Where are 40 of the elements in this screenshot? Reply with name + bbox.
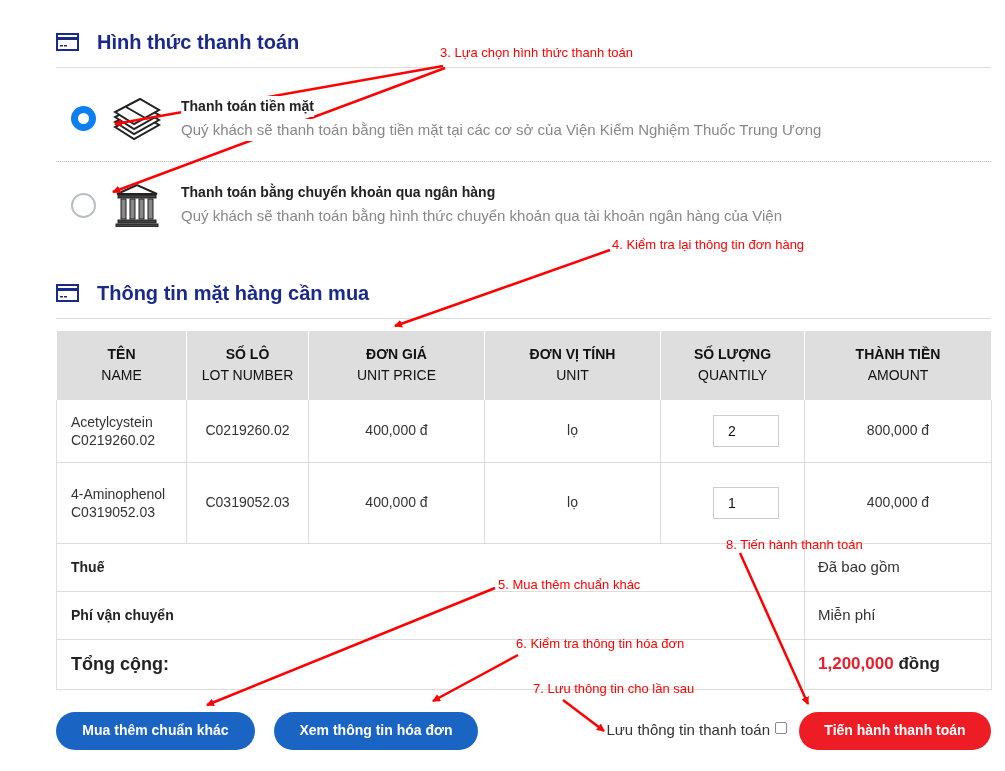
radio-button[interactable]	[71, 106, 96, 131]
table-cell: 400,000 đ	[308, 462, 485, 543]
column-header: SỐ LÔ LOT NUMBER	[186, 331, 309, 399]
annotation-note: 4. Kiểm tra lại thông tin đơn hàng	[612, 236, 805, 254]
cash-stack-icon	[112, 96, 162, 141]
table-cell: 400,000 đ	[308, 399, 485, 462]
total-amount: 1,200,000	[818, 654, 894, 674]
view-invoice-button[interactable]: Xem thông tin hóa đơn	[274, 711, 478, 750]
column-header: THÀNH TIỀN AMOUNT	[804, 331, 992, 399]
radio-button[interactable]	[71, 192, 96, 218]
table-cell: 4-Aminophenol C0319052.03	[56, 462, 187, 543]
save-info-label: Lưu thông tin thanh toán	[606, 720, 770, 741]
table-cell: C0319052.03	[186, 462, 309, 543]
credit-card-icon	[56, 32, 79, 51]
column-header: TÊN NAME	[56, 331, 187, 399]
table-cell: lọ	[484, 462, 661, 543]
quantity-input[interactable]: 1	[713, 486, 779, 519]
table-cell: Acetylcystein C0219260.02	[56, 399, 187, 462]
buy-more-button[interactable]: Mua thêm chuẩn khác	[56, 711, 255, 750]
save-info-checkbox[interactable]	[775, 721, 787, 734]
summary-value: Miễn phí	[804, 591, 992, 639]
table-cell: 800,000 đ	[804, 399, 992, 462]
table-cell: lọ	[484, 399, 661, 462]
annotation-note: 7. Lưu thông tin cho lần sau	[533, 680, 695, 698]
annotation-note: 5. Mua thêm chuẩn khác	[498, 576, 641, 594]
annotation-arrow	[562, 699, 605, 732]
section-title: Thông tin mặt hàng cần mua	[97, 280, 370, 306]
quantity-input[interactable]: 2	[713, 414, 779, 447]
annotation-note: 3. Lựa chọn hình thức thanh toán	[440, 44, 634, 62]
option-description: Quý khách sẽ thanh toán bằng tiền mặt tại các cơ sở của Viện Kiểm Nghiệm Thuốc Trung Ương	[181, 118, 822, 142]
credit-card-icon	[56, 283, 79, 302]
column-header: SỐ LƯỢNG QUANTILY	[660, 331, 805, 399]
section-title: Hình thức thanh toán	[97, 29, 300, 55]
table-cell: C0219260.02	[186, 399, 309, 462]
checkout-button[interactable]: Tiến hành thanh toán	[799, 711, 991, 750]
option-title: Thanh toán tiền mặt	[181, 95, 314, 117]
column-header: ĐƠN VỊ TÍNH UNIT	[484, 331, 661, 399]
bank-building-icon	[114, 183, 160, 227]
total-currency: đồng	[898, 654, 940, 674]
column-header: ĐƠN GIÁ UNIT PRICE	[308, 331, 485, 399]
